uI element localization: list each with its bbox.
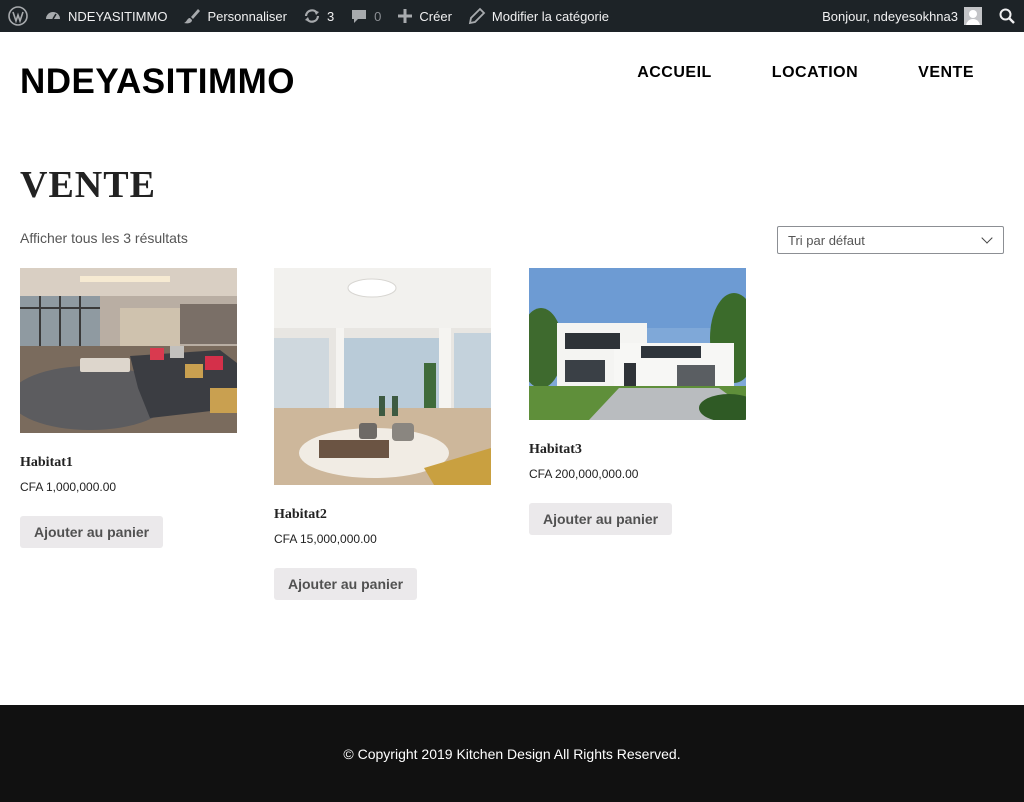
edit-category-label: Modifier la catégorie — [491, 8, 609, 24]
updates-button[interactable]: 3 — [295, 0, 342, 32]
product-image[interactable] — [529, 268, 746, 420]
new-content-button[interactable]: Créer — [389, 0, 460, 32]
site-name-menu[interactable]: NDEYASITIMMO — [36, 0, 175, 32]
my-account-menu[interactable]: Bonjour, ndeyesokhna3 — [814, 0, 990, 32]
sort-select[interactable]: Tri par défaut — [777, 226, 1004, 254]
product-card: Habitat1 CFA 1,000,000.00 Ajouter au pan… — [20, 268, 237, 548]
wordpress-icon — [8, 6, 28, 26]
page-title: VENTE — [20, 164, 156, 206]
site-name-label: NDEYASITIMMO — [68, 8, 168, 24]
product-price: CFA 15,000,000.00 — [274, 532, 377, 546]
updates-count: 3 — [326, 8, 335, 24]
nav-item-vente[interactable]: VENTE — [918, 64, 974, 82]
dashboard-icon — [46, 12, 60, 20]
add-to-cart-button[interactable]: Ajouter au panier — [274, 568, 418, 600]
add-to-cart-button[interactable]: Ajouter au panier — [20, 516, 164, 548]
updates-icon — [304, 9, 320, 23]
add-to-cart-button[interactable]: Ajouter au panier — [529, 503, 673, 535]
customize-button[interactable]: Personnaliser — [175, 0, 295, 32]
product-image[interactable] — [20, 268, 237, 433]
chevron-down-icon — [981, 232, 993, 244]
greeting-label: Bonjour, ndeyesokhna3 — [822, 8, 958, 24]
plus-icon — [398, 9, 413, 23]
site-footer: © Copyright 2019 Kitchen Design All Righ… — [0, 705, 1024, 802]
site-title[interactable]: NDEYASITIMMO — [20, 62, 295, 102]
comment-icon — [352, 10, 367, 23]
product-card: Habitat3 CFA 200,000,000.00 Ajouter au p… — [529, 268, 746, 535]
product-image[interactable] — [274, 268, 491, 485]
result-count: Afficher tous les 3 résultats — [20, 230, 188, 246]
copyright-text: © Copyright 2019 Kitchen Design All Righ… — [343, 745, 681, 762]
admin-bar: NDEYASITIMMO Personnaliser 3 0 Créer Mod… — [0, 0, 1024, 32]
nav-item-location[interactable]: LOCATION — [772, 64, 858, 82]
comments-count: 0 — [374, 8, 382, 24]
product-price: CFA 200,000,000.00 — [529, 467, 639, 481]
sort-select-value: Tri par défaut — [788, 232, 865, 248]
search-icon — [999, 8, 1015, 24]
admin-search-button[interactable] — [990, 0, 1024, 32]
comments-button[interactable]: 0 — [342, 0, 389, 32]
customize-label: Personnaliser — [207, 8, 287, 24]
paintbrush-icon — [184, 9, 201, 24]
avatar — [964, 7, 982, 25]
main-navigation: ACCUEIL LOCATION VENTE — [637, 64, 974, 82]
edit-category-button[interactable]: Modifier la catégorie — [460, 0, 617, 32]
nav-item-accueil[interactable]: ACCUEIL — [637, 64, 712, 82]
product-name[interactable]: Habitat2 — [274, 507, 491, 523]
pencil-icon — [468, 7, 486, 25]
new-content-label: Créer — [419, 8, 452, 24]
product-name[interactable]: Habitat3 — [529, 442, 746, 458]
product-card: Habitat2 CFA 15,000,000.00 Ajouter au pa… — [274, 268, 491, 600]
wordpress-logo-button[interactable] — [0, 0, 36, 32]
product-name[interactable]: Habitat1 — [20, 455, 237, 471]
product-price: CFA 1,000,000.00 — [20, 480, 117, 494]
